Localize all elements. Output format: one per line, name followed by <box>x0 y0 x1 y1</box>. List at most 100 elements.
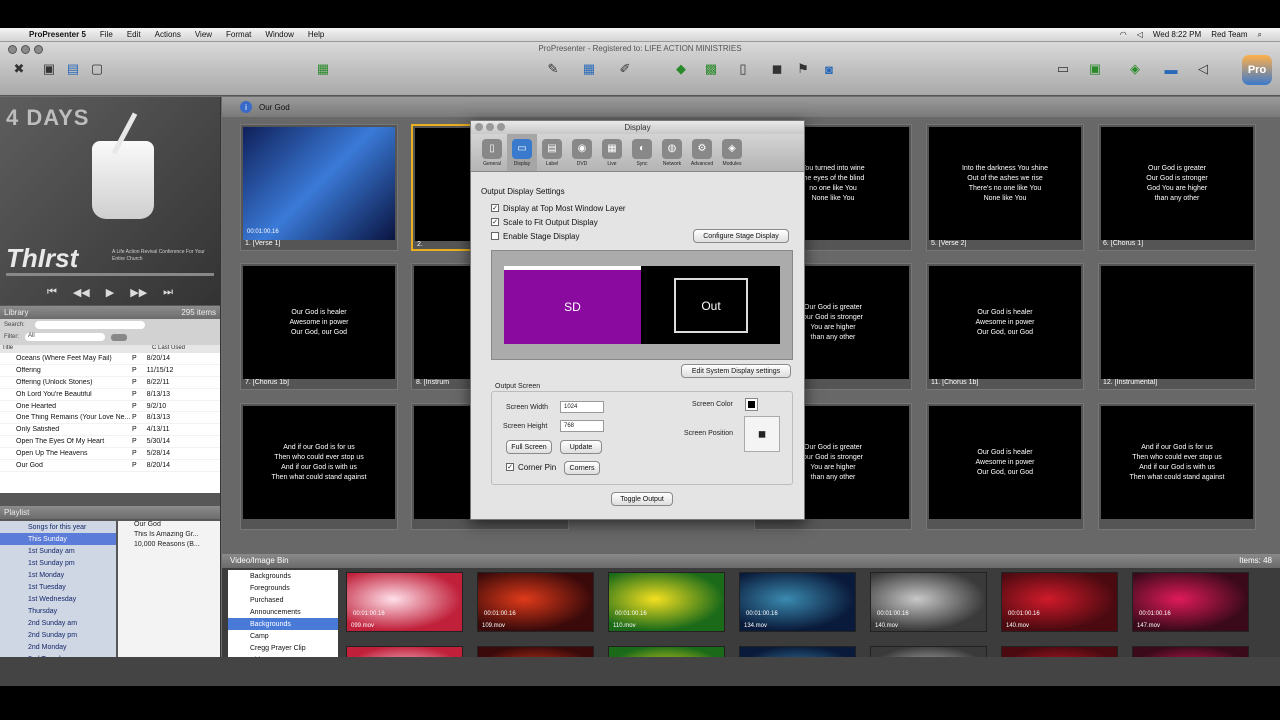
bin-folder[interactable]: Announcements <box>228 606 338 618</box>
slide-thumbnail[interactable]: Our God is healer Awesome in power Our God… <box>926 403 1084 530</box>
screen-color-swatch[interactable] <box>745 398 758 411</box>
bin-folder[interactable]: Camp <box>228 630 338 642</box>
library-row[interactable]: Oh Lord You're Beautiful P 8/13/13 <box>0 389 220 401</box>
playlist-item[interactable]: 2nd Sunday pm <box>0 629 116 641</box>
menu-file[interactable]: File <box>93 30 120 39</box>
volume-icon[interactable]: ◁ <box>1137 30 1143 39</box>
playlist-document[interactable]: This Is Amazing Gr... <box>118 531 220 541</box>
image-icon[interactable]: ▤ <box>62 58 84 80</box>
screen-icon[interactable]: ▭ <box>1052 58 1074 80</box>
bin-folder[interactable]: Backgrounds <box>228 570 338 582</box>
document-icon[interactable]: ▯ <box>732 58 754 80</box>
dialog-tab[interactable]: ▭ Display <box>507 134 537 171</box>
library-row[interactable]: One Hearted P 9/2/10 <box>0 401 220 413</box>
arrange-icon[interactable]: ▦ <box>578 58 600 80</box>
corners-button[interactable]: Corners <box>564 461 600 475</box>
library-row[interactable]: Our God P 8/20/14 <box>0 460 220 472</box>
bin-thumbnail[interactable]: 00:01:00.16 140.mov <box>1001 572 1118 632</box>
height-field[interactable]: 768 <box>560 420 604 432</box>
layers-icon[interactable]: ◈ <box>1124 58 1146 80</box>
dialog-tab[interactable]: ▦ Live <box>597 134 627 171</box>
library-row[interactable]: Offering (Unlock Stones) P 8/22/11 <box>0 377 220 389</box>
edit-icon[interactable]: ✎ <box>542 58 564 80</box>
output-preview[interactable]: Out <box>641 266 780 344</box>
slide-thumbnail[interactable]: Into the darkness You shine Out of the as… <box>926 124 1084 251</box>
info-icon[interactable]: i <box>240 101 252 113</box>
playlist-document[interactable]: 10,000 Reasons (B... <box>118 541 220 551</box>
library-search-input[interactable] <box>34 321 145 329</box>
pencil-icon[interactable]: ✐ <box>614 58 636 80</box>
slide-thumbnail[interactable]: And if our God is for us Then who could e… <box>1098 403 1256 530</box>
menu-app[interactable]: ProPresenter 5 <box>22 30 93 39</box>
playlist-item[interactable]: 1st Sunday am <box>0 545 116 557</box>
camera-icon[interactable]: ▢ <box>86 58 108 80</box>
forward-icon[interactable]: ▶▶ <box>130 286 147 299</box>
skip-forward-icon[interactable]: ⏭ <box>163 286 173 299</box>
library-row[interactable]: Oceans (Where Feet May Fail) P 8/20/14 <box>0 353 220 365</box>
playlist-item[interactable]: 1st Monday <box>0 569 116 581</box>
bin-folder[interactable]: Cregg Prayer Clip <box>228 642 338 654</box>
toggle-output-button[interactable]: Toggle Output <box>611 492 673 506</box>
filter-select[interactable]: All <box>25 333 105 341</box>
slide-thumbnail[interactable]: Our God is healer Awesome in power Our God… <box>926 263 1084 390</box>
menu-window[interactable]: Window <box>258 30 300 39</box>
dialog-window-controls[interactable] <box>475 123 505 131</box>
playlist-document[interactable]: Our God <box>118 521 220 531</box>
slide-thumbnail[interactable]: And if our God is for us Then who could e… <box>240 403 398 530</box>
new-doc-icon[interactable]: ▦ <box>312 58 334 80</box>
tools-icon[interactable]: ✖ <box>8 58 30 80</box>
playlist-item[interactable]: 2nd Monday <box>0 641 116 653</box>
library-row[interactable]: Only Satisfied P 4/13/11 <box>0 424 220 437</box>
slide-thumbnail[interactable]: 12. [Instrumental] <box>1098 263 1256 390</box>
dialog-tab[interactable]: ◐ Sync <box>627 134 657 171</box>
bin-thumbnail[interactable]: 00:01:00.16 140.mov <box>870 572 987 632</box>
clock[interactable]: Wed 8:22 PM <box>1153 30 1201 39</box>
bin-folder[interactable]: Purchased <box>228 594 338 606</box>
menu-help[interactable]: Help <box>301 30 331 39</box>
user-name[interactable]: Red Team <box>1211 30 1247 39</box>
stage-display-preview[interactable]: SD <box>504 266 641 344</box>
corner-pin-checkbox[interactable]: ✓ Corner Pin <box>486 460 556 474</box>
playlist-item[interactable]: 1st Wednesday <box>0 593 116 605</box>
bin-folder[interactable]: Backgrounds <box>228 618 338 630</box>
menu-view[interactable]: View <box>188 30 219 39</box>
clock-icon[interactable]: ◼ <box>766 58 788 80</box>
play-icon[interactable]: ▶ <box>106 286 114 299</box>
dialog-tab[interactable]: ◈ Modules <box>717 134 747 171</box>
twitter-icon[interactable]: ◙ <box>818 58 840 80</box>
full-screen-button[interactable]: Full Screen <box>506 440 552 454</box>
playlist-item[interactable]: Songs for this year <box>0 521 116 533</box>
library-row[interactable]: Open The Eyes Of My Heart P 5/30/14 <box>0 436 220 449</box>
bin-thumbnail[interactable]: 00:01:00.16 147.mov <box>1132 572 1249 632</box>
playlist-item[interactable]: Thursday <box>0 605 116 617</box>
dialog-tab[interactable]: ⚙ Advanced <box>687 134 717 171</box>
video-progress[interactable] <box>6 273 214 276</box>
playlist-item[interactable]: This Sunday <box>0 533 116 545</box>
video-icon[interactable]: ▣ <box>38 58 60 80</box>
top-layer-checkbox[interactable]: ✓ Display at Top Most Window Layer <box>471 201 806 215</box>
dialog-tab[interactable]: ▯ General <box>477 134 507 171</box>
col-title[interactable]: Title <box>2 345 152 353</box>
edit-system-display-button[interactable]: Edit System Display settings <box>681 364 791 378</box>
library-row[interactable]: One Thing Remains (Your Love Ne... P 8/13/… <box>0 412 220 425</box>
skip-back-icon[interactable]: ⏮ <box>47 286 57 299</box>
bin-thumbnail[interactable]: 00:01:00.16 109.mov <box>477 572 594 632</box>
media-icon[interactable]: ▩ <box>700 58 722 80</box>
slide-thumbnail[interactable]: Our God is greater Our God is stronger God… <box>1098 124 1256 251</box>
bin-thumbnail[interactable]: 00:01:00.16 099.mov <box>346 572 463 632</box>
slide-thumbnail[interactable]: Our God is healer Awesome in power Our God… <box>240 263 398 390</box>
dialog-tab[interactable]: ◍ Network <box>657 134 687 171</box>
menu-format[interactable]: Format <box>219 30 258 39</box>
library-row[interactable]: Open Up The Heavens P 5/28/14 <box>0 448 220 461</box>
rewind-icon[interactable]: ◀◀ <box>73 286 90 299</box>
wifi-icon[interactable]: ◠ <box>1120 30 1127 39</box>
playlist-item[interactable]: 1st Sunday pm <box>0 557 116 569</box>
display-icon[interactable]: ▬ <box>1160 58 1182 80</box>
flag-icon[interactable]: ⚑ <box>792 58 814 80</box>
update-button[interactable]: Update <box>560 440 602 454</box>
menu-edit[interactable]: Edit <box>120 30 148 39</box>
bin-thumbnail[interactable]: 00:01:00.16 110.mov <box>608 572 725 632</box>
filter-button[interactable] <box>111 333 127 341</box>
slide-thumbnail[interactable]: 00:01:00.16 1. [Verse 1] <box>240 124 398 251</box>
screen-position-control[interactable]: ◼ <box>744 416 780 452</box>
